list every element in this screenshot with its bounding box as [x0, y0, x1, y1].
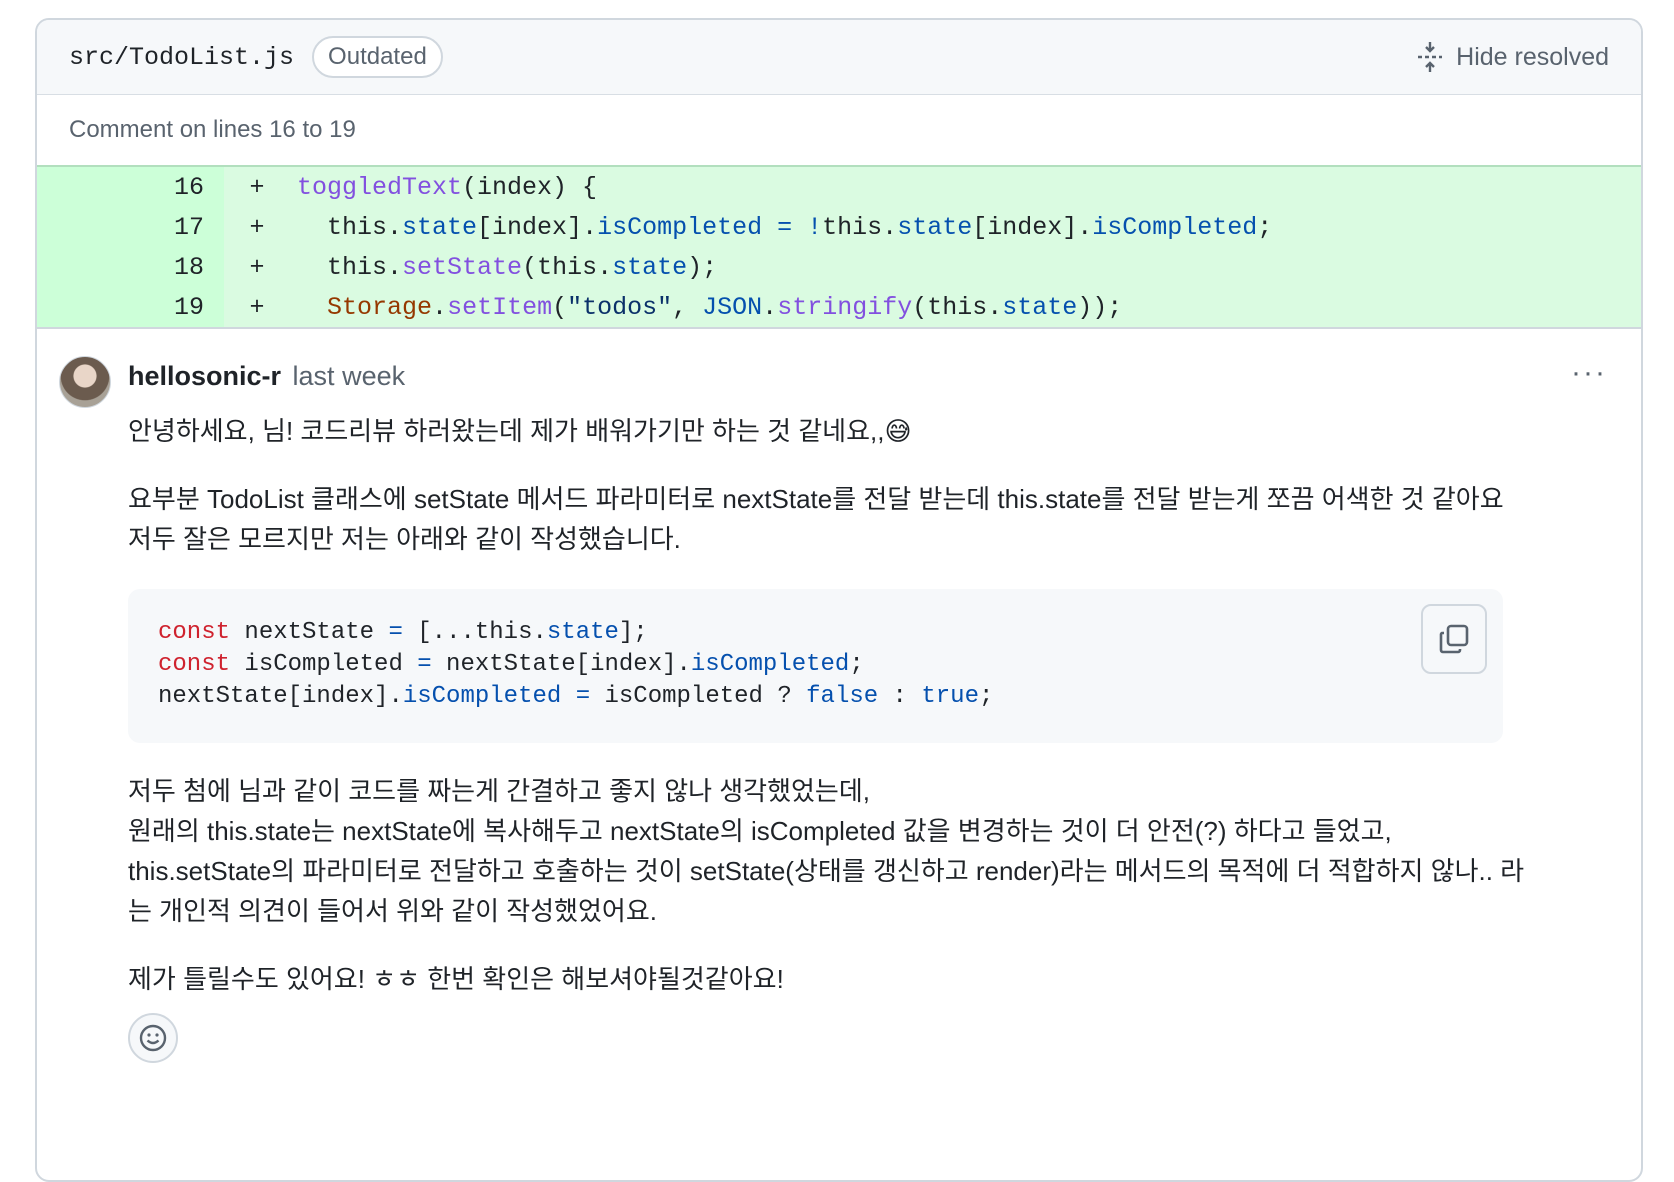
comment-header: hellosonic-r last week: [128, 361, 405, 392]
code-line: nextState[index].isCompleted = isComplet…: [158, 683, 994, 710]
hide-resolved-label: Hide resolved: [1456, 42, 1609, 71]
hide-resolved-button[interactable]: Hide resolved: [1416, 40, 1609, 74]
diff-add-marker: +: [249, 252, 265, 282]
diff-add-marker: +: [249, 172, 265, 202]
comment-paragraph: 는 개인적 의견이 들어서 위와 같이 작성했었어요.: [128, 896, 657, 926]
comment-body: 안녕하세요, 님! 코드리뷰 하러왔는데 제가 배워가기만 하는 것 같네요,,…: [128, 411, 1528, 999]
add-reaction-button[interactable]: [128, 1013, 178, 1063]
file-header: src/TodoList.js Outdated Hide resolved: [37, 20, 1641, 94]
diff-line: 16 + toggledText(index) {: [37, 167, 1641, 207]
comment-on-lines: Comment on lines 16 to 19: [37, 94, 1641, 165]
code-line: const isCompleted = nextState[index].isC…: [158, 651, 864, 678]
diff-add-marker: +: [249, 292, 265, 322]
diff-code: Storage.setItem("todos", JSON.stringify(…: [327, 292, 1123, 322]
line-number[interactable]: 17: [37, 207, 224, 247]
copy-icon: [1439, 624, 1469, 654]
comment-paragraph: 원래의 this.state는 nextState에 복사해두고 nextSta…: [128, 816, 1392, 846]
fold-icon: [1418, 42, 1443, 72]
comment-paragraph: 요부분 TodoList 클래스에 setState 메서드 파라미터로 nex…: [128, 484, 1504, 514]
comment-paragraph: 제가 틀릴수도 있어요! ㅎㅎ 한번 확인은 해보셔야될것같아요!: [128, 964, 784, 994]
file-path-link[interactable]: src/TodoList.js: [69, 43, 294, 72]
diff-code: this.state[index].isCompleted = !this.st…: [297, 212, 1273, 242]
diff-hunk: 16 + toggledText(index) { 17 + this.stat…: [37, 165, 1641, 329]
diff-line: 18 + this.setState(this.state);: [37, 247, 1641, 287]
line-number[interactable]: 16: [37, 167, 224, 207]
code-suggestion-block: const nextState = [...this.state]; const…: [128, 589, 1503, 743]
diff-line: 17 + this.state[index].isCompleted = !th…: [37, 207, 1641, 247]
smiley-icon: [139, 1024, 167, 1052]
diff-line: 19 + Storage.setItem("todos", JSON.strin…: [37, 287, 1641, 327]
comment-paragraph: 저두 첨에 님과 같이 코드를 짜는게 간결하고 좋지 않나 생각했었는데,: [128, 776, 870, 806]
line-number[interactable]: 18: [37, 247, 224, 287]
line-number[interactable]: 19: [37, 287, 224, 327]
comment-paragraph: this.setState의 파라미터로 전달하고 호출하는 것이 setSta…: [128, 856, 1525, 886]
more-options-button[interactable]: ···: [1571, 356, 1607, 390]
review-thread-card: src/TodoList.js Outdated Hide resolved C…: [35, 18, 1643, 1182]
comment-paragraph: 저두 잘은 모르지만 저는 아래와 같이 작성했습니다.: [128, 524, 681, 554]
copy-button[interactable]: [1421, 604, 1487, 674]
comment-paragraph: 안녕하세요, 님! 코드리뷰 하러왔는데 제가 배워가기만 하는 것 같네요,,…: [128, 416, 912, 446]
comment-timestamp[interactable]: last week: [293, 361, 406, 391]
diff-code: this.setState(this.state);: [297, 252, 718, 282]
outdated-badge: Outdated: [312, 36, 443, 78]
diff-add-marker: +: [249, 212, 265, 242]
diff-code: toggledText(index) {: [297, 172, 598, 202]
author-link[interactable]: hellosonic-r: [128, 361, 281, 391]
avatar[interactable]: [59, 356, 111, 408]
code-line: const nextState = [...this.state];: [158, 619, 648, 646]
